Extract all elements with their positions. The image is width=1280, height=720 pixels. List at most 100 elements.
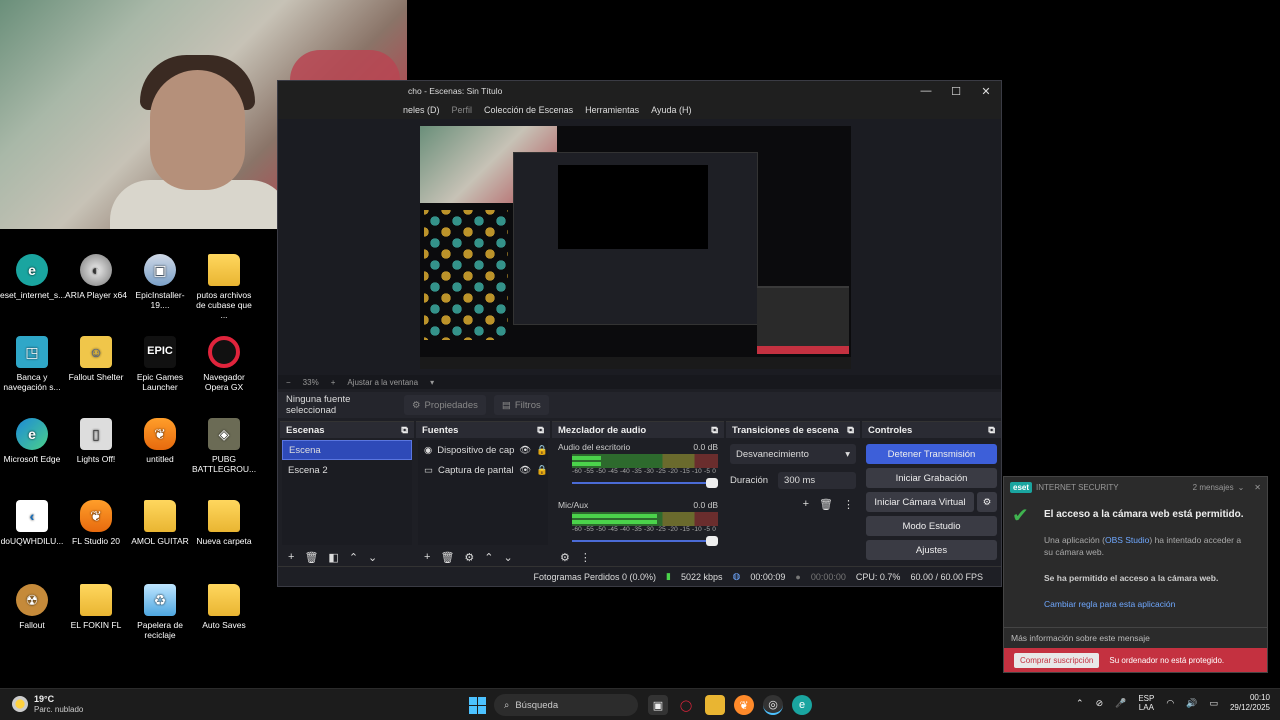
stop-streaming-button[interactable]: Detener Transmisión [866,444,997,464]
chevron-down-icon[interactable]: ▾ [430,378,434,387]
chevron-up-icon[interactable]: ⌃ [1076,698,1084,709]
move-down-icon[interactable]: ⌄ [368,551,377,564]
undock-icon[interactable]: ⧉ [847,425,854,436]
buy-subscription-button[interactable]: Comprar suscripción [1014,652,1100,668]
weather-widget[interactable]: 19°C Parc. nublado [12,694,83,714]
more-icon[interactable]: ⋮ [843,498,854,511]
menu-item-help[interactable]: Ayuda (H) [651,105,691,115]
undock-icon[interactable]: ⧉ [537,425,544,436]
source-item[interactable]: ▭ Captura de pantal 👁 🔒 [418,460,548,480]
clock[interactable]: 00:10 29/12/2025 [1230,693,1270,714]
minimize-icon[interactable]: — [911,85,941,97]
fit-to-window-label[interactable]: Ajustar a la ventana [347,378,418,387]
desktop-icon-document[interactable]: ‹ doUQWHDILU... [0,500,64,546]
source-item[interactable]: ◉ Dispositivo de cap 👁 🔒 [418,440,548,460]
studio-mode-button[interactable]: Modo Estudio [866,516,997,536]
move-down-icon[interactable]: ⌄ [504,551,513,564]
preview-desktop-icons [424,210,508,340]
more-icon[interactable]: ⋮ [580,551,591,564]
file-explorer-icon[interactable] [705,695,725,715]
eye-icon[interactable]: 👁 [519,445,531,456]
language-indicator[interactable]: ESP LAA [1138,694,1154,713]
eset-taskbar-icon[interactable]: e [792,695,812,715]
desktop-icon-amol-guitar[interactable]: AMOL GUITAR [128,500,192,546]
desktop-icon-lights-off[interactable]: ▯ Lights Off! [64,418,128,464]
desktop-icon-banking[interactable]: ◳ Banca y navegación s... [0,336,64,392]
desktop-icon-opera-gx[interactable]: Navegador Opera GX [192,336,256,392]
menu-item-scene-collection[interactable]: Colección de Escenas [484,105,573,115]
desktop-icon-untitled[interactable]: ❦ untitled [128,418,192,464]
chevron-down-icon[interactable]: ⌄ [1238,483,1245,492]
stream-preview[interactable] [420,126,851,369]
start-virtual-camera-button[interactable]: Iniciar Cámara Virtual [866,492,974,512]
advanced-audio-icon[interactable]: ⚙ [560,551,570,564]
maximize-icon[interactable]: ☐ [941,85,971,98]
trash-icon[interactable]: 🗑 [819,498,833,511]
desktop-icon-fallout-shelter[interactable]: ☺ Fallout Shelter [64,336,128,382]
lock-icon[interactable]: 🔒 [536,465,548,476]
filters-button[interactable]: ▤ Filtros [493,395,549,415]
task-view-icon[interactable]: ▣ [648,695,668,715]
start-button[interactable] [469,697,486,714]
microphone-icon[interactable]: 🎤 [1115,698,1126,709]
obs-taskbar-icon[interactable]: ◎ [763,695,783,715]
desktop-icon-epic-games[interactable]: EPIC Epic Games Launcher [128,336,192,392]
battery-icon[interactable]: ▭ [1209,698,1218,709]
more-info-link[interactable]: Más información sobre este mensaje [1004,627,1267,647]
move-up-icon[interactable]: ⌃ [349,551,358,564]
move-up-icon[interactable]: ⌃ [484,551,493,564]
network-off-icon[interactable]: ⊘ [1096,698,1104,709]
start-recording-button[interactable]: Iniciar Grabación [866,468,997,488]
zoom-in-icon[interactable]: + [331,378,336,387]
slider-knob[interactable] [706,478,718,488]
close-icon[interactable]: ✕ [1254,483,1261,492]
desktop-icon-edge[interactable]: e Microsoft Edge [0,418,64,464]
desktop-icon-pubg[interactable]: ◈ PUBG BATTLEGROU... [192,418,256,474]
undock-icon[interactable]: ⧉ [401,425,408,436]
transitions-header: Transiciones de escena ⧉ [726,422,860,438]
scene-item[interactable]: Escena [282,440,412,460]
add-icon[interactable]: + [803,498,809,511]
desktop-icon-recycle-bin[interactable]: ♻ Papelera de reciclaje [128,584,192,640]
gear-icon[interactable]: ⚙ [464,551,474,564]
messages-count[interactable]: 2 mensajes [1193,483,1234,492]
desktop-icon-eset[interactable]: e eset_internet_s... [0,254,65,300]
transition-select[interactable]: Desvanecimiento ▾ [730,444,856,464]
properties-button[interactable]: ⚙ Propiedades [404,395,486,415]
change-rule-link[interactable]: Cambiar regla para esta aplicación [1044,599,1175,609]
trash-icon[interactable]: 🗑 [304,551,318,564]
trash-icon[interactable]: 🗑 [440,551,454,564]
desktop-icon-aria[interactable]: ◐ ARIA Player x64 [64,254,128,300]
scene-item[interactable]: Escena 2 [282,460,412,480]
duration-field[interactable]: 300 ms [778,471,856,489]
volume-slider[interactable] [572,478,718,488]
undock-icon[interactable]: ⧉ [711,425,718,436]
menu-item-tools[interactable]: Herramientas [585,105,639,115]
wifi-icon[interactable]: ◠ [1166,698,1174,709]
lock-icon[interactable]: 🔒 [536,445,548,456]
desktop-icon-el-fokin-fl[interactable]: EL FOKIN FL [64,584,128,630]
eye-icon[interactable]: 👁 [519,465,531,476]
desktop-icon-fallout[interactable]: ☢ Fallout [0,584,64,630]
desktop-icon-auto-saves[interactable]: Auto Saves [192,584,256,630]
slider-knob[interactable] [706,536,718,546]
close-icon[interactable]: ✕ [971,85,1001,98]
settings-button[interactable]: Ajustes [866,540,997,560]
search-box[interactable]: ⌕ Búsqueda [494,694,638,716]
opera-gx-taskbar-icon[interactable]: ◯ [676,695,696,715]
volume-icon[interactable]: 🔊 [1186,698,1197,709]
filter-icon[interactable]: ◧ [328,551,338,564]
zoom-out-icon[interactable]: − [286,378,291,387]
add-icon[interactable]: + [424,551,430,563]
virtual-camera-settings-icon[interactable]: ⚙ [977,492,997,512]
desktop-icon-fl-studio[interactable]: ❦ FL Studio 20 [64,500,128,546]
volume-slider[interactable] [572,536,718,546]
menu-item-docks[interactable]: neles (D) [403,105,440,115]
desktop-icon-epic-installer[interactable]: ▣ EpicInstaller-19.... [128,254,192,310]
fl-studio-taskbar-icon[interactable]: ❦ [734,695,754,715]
menu-item-profile[interactable]: Perfil [452,105,473,115]
desktop-icon-nueva-carpeta[interactable]: Nueva carpeta [192,500,256,546]
undock-icon[interactable]: ⧉ [988,425,995,436]
add-icon[interactable]: + [288,551,294,563]
desktop-icon-cubase-folder[interactable]: putos archivos de cubase que ... [192,254,256,321]
